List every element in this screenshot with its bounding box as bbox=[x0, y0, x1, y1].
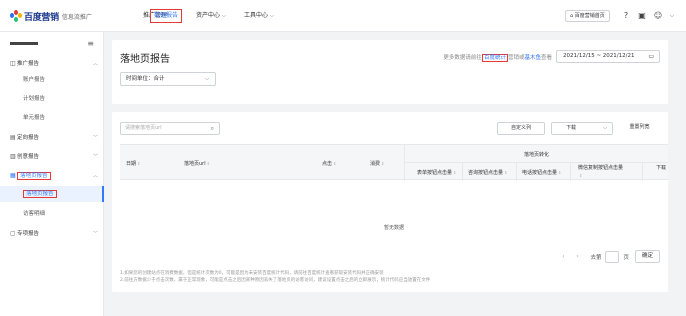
chevron-up-icon: ︿ bbox=[92, 61, 98, 67]
col-group-landing-conversion: 落地页转化 bbox=[404, 145, 668, 163]
nav-asset-center[interactable]: 资产中心 ⌵ bbox=[193, 9, 229, 23]
menu-toggle-icon[interactable]: ≡ bbox=[87, 39, 94, 48]
baidu-paw-icon bbox=[10, 10, 22, 22]
sidebar-item-promo-report[interactable]: ◫推广报告 ︿ bbox=[10, 58, 98, 70]
jimuyu-link[interactable]: 基木鱼 bbox=[524, 55, 541, 61]
account-name bbox=[10, 42, 38, 45]
table-header: 日期⇕ 落地页url⇕ 点击⇕ 消费⇕ 落地页转化 表单按钮点击量⇕ 咨询按钮点… bbox=[120, 144, 668, 181]
col-download[interactable]: 下载 bbox=[656, 165, 666, 172]
report-table-card: 请搜索落地页url ⌕ 自定义列 下载 ⌵ 重置列宽 日期⇕ 落地页url⇕ 点击… bbox=[112, 112, 668, 292]
landing-url-search-input[interactable]: 请搜索落地页url ⌕ bbox=[120, 122, 220, 135]
chevron-down-icon: ⌵ bbox=[270, 13, 274, 19]
sidebar: ≡ ◫推广报告 ︿ 账户报告 计划报告 单元报告 ▤定向报告 ﹀ ▥创意报告 ﹀… bbox=[0, 32, 104, 316]
special-icon: ▢ bbox=[10, 230, 16, 237]
sidebar-item-landing-page-report-group[interactable]: ▦ 落地页报告 ︿ bbox=[10, 170, 98, 182]
col-cost[interactable]: 消费⇕ bbox=[370, 160, 384, 167]
nav-data-report[interactable]: 数据报告 bbox=[150, 9, 183, 23]
goto-label: 去第 bbox=[590, 254, 602, 261]
chevron-down-icon: ⌵ bbox=[603, 125, 607, 131]
top-nav-bar: 百度营销 信息流推广 推广管理 数据报告 资产中心 ⌵ 工具中心 ⌵ ⌂ 百度营销首… bbox=[0, 0, 686, 32]
col-phone-clicks[interactable]: 电话按钮点击量⇕ bbox=[522, 169, 561, 176]
message-icon[interactable]: ▣ bbox=[636, 10, 648, 22]
chevron-down-icon: ⌵ bbox=[205, 76, 209, 82]
sort-icon: ⇕ bbox=[381, 161, 385, 166]
sidebar-item-landing-page-report[interactable]: 落地页报告 bbox=[23, 188, 57, 200]
empty-state-text: 暂无数据 bbox=[383, 225, 404, 231]
sidebar-item-creative-report[interactable]: ▥创意报告 ﹀ bbox=[10, 151, 98, 163]
col-consult-clicks[interactable]: 咨询按钮点击量⇕ bbox=[468, 169, 507, 176]
search-icon: ⌕ bbox=[210, 125, 214, 132]
chevron-down-icon: ﹀ bbox=[92, 154, 98, 160]
col-landing-url[interactable]: 落地页url⇕ bbox=[184, 160, 210, 167]
download-select[interactable]: 下载 ⌵ bbox=[551, 122, 613, 135]
col-wechat-copy-clicks[interactable]: 微信复制按钮点击量⇕ bbox=[578, 165, 626, 180]
next-page-icon[interactable]: › bbox=[570, 253, 584, 260]
brand-subtitle: 信息流推广 bbox=[61, 13, 92, 21]
sort-icon: ⇕ bbox=[137, 161, 141, 166]
chart-icon: ◫ bbox=[10, 60, 16, 67]
sort-icon: ⇕ bbox=[333, 161, 337, 166]
prev-page-icon[interactable]: ‹ bbox=[556, 253, 570, 260]
baidu-marketing-home-button[interactable]: ⌂ 百度营销首页 bbox=[565, 10, 610, 22]
creative-icon: ▥ bbox=[10, 153, 16, 160]
more-data-hint: 更多数据请前往 百度统计 营销或基木鱼查看 bbox=[443, 54, 552, 62]
sort-icon: ⇕ bbox=[579, 173, 583, 178]
sidebar-item-visitor-details[interactable]: 访客明细 bbox=[23, 208, 45, 220]
footnote-2: 2.前往方数据少于点击次数，属于正常现象，可能是点击之后因某种原因丢失了落地页的… bbox=[120, 278, 431, 283]
calendar-icon: ▭ bbox=[648, 53, 654, 60]
sort-icon: ⇕ bbox=[504, 170, 508, 175]
time-unit-select[interactable]: 时间单位：合计 ⌵ bbox=[120, 72, 216, 86]
chevron-down-icon: ﹀ bbox=[92, 135, 98, 141]
pagination: ‹ › 去第 页 确定 bbox=[556, 250, 660, 263]
help-icon[interactable]: ? bbox=[620, 10, 632, 22]
home-icon: ⌂ bbox=[570, 13, 574, 19]
landing-icon: ▦ bbox=[10, 172, 16, 179]
brand-logo[interactable]: 百度营销 信息流推广 bbox=[10, 10, 92, 23]
sort-icon: ⇕ bbox=[453, 170, 457, 175]
target-icon: ▤ bbox=[10, 134, 16, 141]
date-range-picker[interactable]: 2021/12/15 ~ 2021/12/21 ▭ bbox=[556, 50, 660, 63]
page-title: 落地页报告 bbox=[120, 54, 170, 65]
footnote-1: 1.如果您的创建站点在消费数据，但是统计次数为0，可能是因为未安装百度统计代码，… bbox=[120, 271, 384, 276]
confirm-page-button[interactable]: 确定 bbox=[634, 250, 660, 263]
col-date[interactable]: 日期⇕ bbox=[126, 160, 140, 167]
baidu-tongji-link[interactable]: 百度统计 bbox=[481, 54, 508, 62]
chevron-down-icon[interactable]: ⌵ bbox=[666, 10, 678, 22]
sidebar-item-targeting-report[interactable]: ▤定向报告 ﹀ bbox=[10, 132, 98, 144]
report-header-card: 落地页报告 时间单位：合计 ⌵ 更多数据请前往 百度统计 营销或基木鱼查看 2021… bbox=[112, 40, 668, 104]
user-avatar-icon[interactable]: ☺ bbox=[652, 10, 664, 22]
nav-tool-center[interactable]: 工具中心 ⌵ bbox=[241, 9, 277, 23]
chevron-down-icon: ⌵ bbox=[222, 13, 226, 19]
sort-icon: ⇕ bbox=[206, 161, 210, 166]
reset-column-width-button[interactable]: 重置列宽 bbox=[619, 122, 660, 135]
sidebar-item-account-report[interactable]: 账户报告 bbox=[23, 74, 45, 86]
sidebar-item-special-report[interactable]: ▢专项报告 ﹀ bbox=[10, 228, 98, 240]
sidebar-item-unit-report[interactable]: 单元报告 bbox=[23, 112, 45, 124]
chevron-down-icon: ﹀ bbox=[92, 231, 98, 237]
sidebar-header: ≡ bbox=[10, 39, 94, 48]
custom-columns-button[interactable]: 自定义列 bbox=[497, 122, 545, 135]
footnotes: 1.如果您的创建站点在消费数据，但是统计次数为0，可能是因为未安装百度统计代码，… bbox=[120, 270, 430, 284]
col-form-clicks[interactable]: 表单按钮点击量⇕ bbox=[417, 169, 456, 176]
chevron-up-icon: ︿ bbox=[92, 173, 98, 179]
col-clicks[interactable]: 点击⇕ bbox=[322, 160, 336, 167]
sort-icon: ⇕ bbox=[558, 170, 562, 175]
page-label: 页 bbox=[623, 254, 629, 261]
sidebar-item-plan-report[interactable]: 计划报告 bbox=[23, 93, 45, 105]
brand-name: 百度营销 bbox=[24, 12, 59, 23]
page-number-input[interactable] bbox=[605, 250, 620, 263]
